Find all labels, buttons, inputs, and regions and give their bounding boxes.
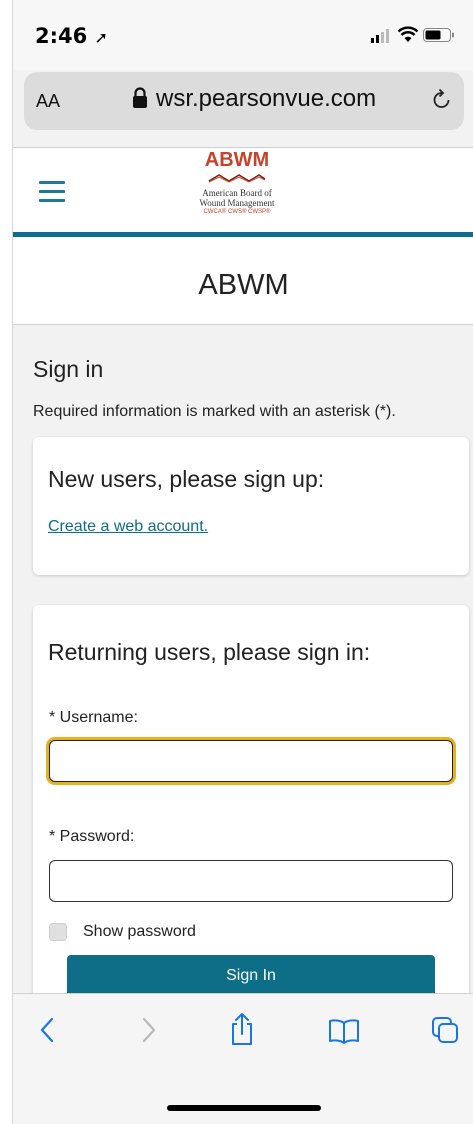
create-account-link[interactable]: Create a web account. <box>48 518 208 536</box>
back-icon[interactable] <box>39 1016 55 1044</box>
address-bar[interactable]: AA wsr.pearsonvue.com <box>24 72 464 130</box>
page-title-box: ABWM <box>13 237 473 325</box>
phone-screen: 2:46 ➚ AA wsr.pearsonvue.com ABWM Americ… <box>12 0 473 1124</box>
share-icon[interactable] <box>230 1012 254 1046</box>
reload-icon[interactable] <box>431 88 453 112</box>
show-password-checkbox[interactable] <box>49 923 67 941</box>
status-time: 2:46 ➚ <box>35 24 108 48</box>
password-input[interactable] <box>49 860 453 902</box>
new-users-card: New users, please sign up: Create a web … <box>33 437 469 575</box>
site-header: ABWM American Board of Wound Management … <box>13 148 473 232</box>
wifi-icon <box>397 26 419 42</box>
signin-heading: Sign in <box>33 356 104 382</box>
menu-icon[interactable] <box>39 181 65 208</box>
show-password-toggle[interactable]: Show password <box>49 923 196 941</box>
lock-icon <box>133 87 147 108</box>
abwm-logo[interactable]: ABWM American Board of Wound Management … <box>175 150 299 216</box>
home-indicator[interactable] <box>167 1105 321 1111</box>
logo-credentials: CWCA® CWS® CWSP® <box>203 209 271 215</box>
cellular-signal-icon <box>371 29 389 43</box>
location-arrow-icon: ➚ <box>94 28 108 47</box>
username-label: * Username: <box>49 709 138 726</box>
returning-users-heading: Returning users, please sign in: <box>48 639 371 665</box>
returning-users-card: Returning users, please sign in: * Usern… <box>33 605 469 1025</box>
logo-wave-icon <box>208 174 266 183</box>
logo-abbr: ABWM <box>204 149 270 171</box>
username-input[interactable] <box>49 740 453 782</box>
password-label: * Password: <box>49 828 135 845</box>
logo-line2: Wound Management <box>199 198 275 208</box>
required-note: Required information is marked with an a… <box>33 403 396 420</box>
text-size-button[interactable]: AA <box>36 91 60 112</box>
new-users-heading: New users, please sign up: <box>48 466 325 492</box>
browser-toolbar <box>13 993 473 1124</box>
show-password-label: Show password <box>83 923 196 940</box>
page-title: ABWM <box>198 269 289 301</box>
forward-icon[interactable] <box>141 1016 157 1044</box>
tabs-icon[interactable] <box>431 1016 459 1044</box>
bookmarks-icon[interactable] <box>328 1018 360 1044</box>
logo-line1: American Board of <box>202 188 272 198</box>
battery-icon <box>423 28 454 42</box>
status-bar: 2:46 ➚ <box>13 0 473 70</box>
url-text[interactable]: wsr.pearsonvue.com <box>156 85 376 113</box>
